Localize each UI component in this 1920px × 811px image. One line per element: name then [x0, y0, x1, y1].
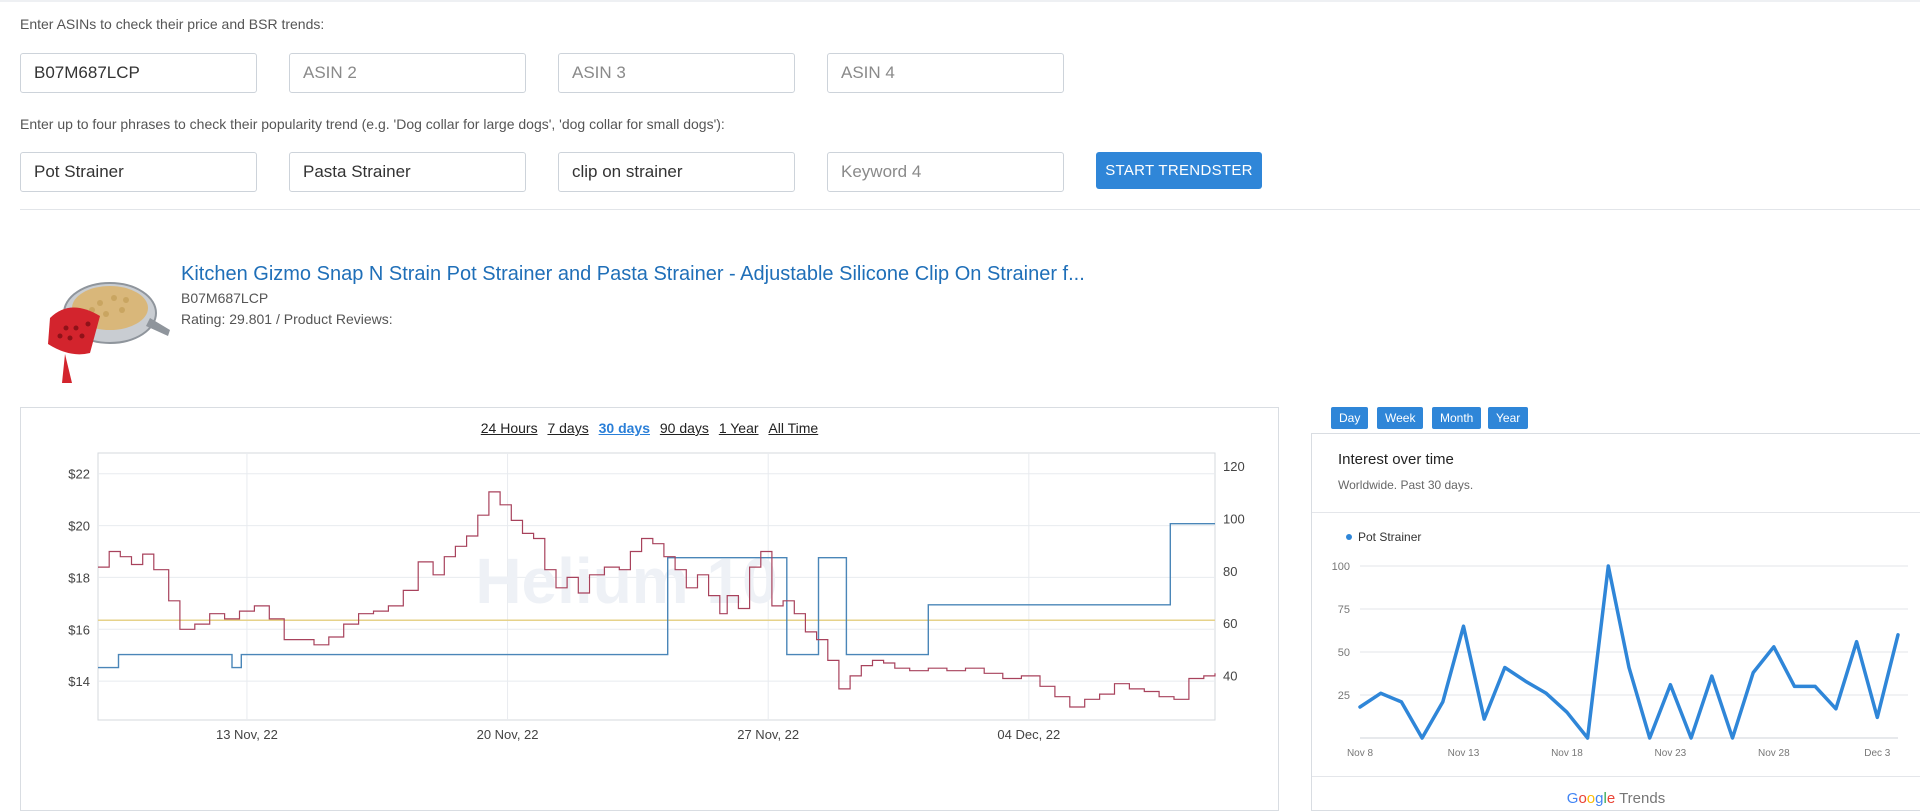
- trends-y-tick-label: 50: [1338, 647, 1350, 659]
- y-right-tick-label: 120: [1223, 459, 1245, 474]
- product-title-link[interactable]: Kitchen Gizmo Snap N Strain Pot Strainer…: [181, 263, 1085, 286]
- top-divider: [0, 0, 1920, 2]
- section-divider: [20, 209, 1920, 210]
- y-left-tick-label: $14: [68, 674, 90, 689]
- helium10-watermark: Helium 10: [475, 545, 777, 617]
- asin-input-2[interactable]: [289, 53, 526, 93]
- trend-week-button[interactable]: Week: [1377, 407, 1424, 429]
- trends-y-tick-label: 25: [1338, 690, 1350, 702]
- trends-x-tick-label: Nov 28: [1758, 748, 1790, 759]
- trends-chart: 25 50 75 100 Nov 8 Nov 13 Nov 18 Nov 23 Nov 28 De…: [1332, 561, 1908, 759]
- asin-input-4[interactable]: [827, 53, 1064, 93]
- trends-y-tick-label: 75: [1338, 604, 1350, 616]
- x-tick-label: 04 Dec, 22: [997, 727, 1060, 742]
- start-trendster-button[interactable]: START TRENDSTER: [1096, 152, 1262, 189]
- trends-x-tick-label: Nov 8: [1347, 748, 1374, 759]
- asin-instructions-label: Enter ASINs to check their price and BSR…: [20, 16, 325, 32]
- trend-year-button[interactable]: Year: [1488, 407, 1529, 429]
- trends-x-tick-label: Nov 13: [1448, 748, 1480, 759]
- asin-input-1[interactable]: [20, 53, 257, 93]
- product-rating: Rating: 29.801 / Product Reviews:: [181, 311, 393, 327]
- x-tick-label: 13 Nov, 22: [216, 727, 278, 742]
- y-left-tick-label: $20: [68, 519, 90, 534]
- trends-x-tick-label: Nov 23: [1655, 748, 1687, 759]
- price-bsr-chart: $14 $16 $18 $20 $22 13 Nov, 22 20 Nov, 22 27 No…: [68, 452, 1245, 742]
- keyword-input-1[interactable]: [20, 152, 257, 192]
- phrase-instructions-label: Enter up to four phrases to check their …: [20, 116, 725, 132]
- asin-input-3[interactable]: [558, 53, 795, 93]
- y-right-tick-label: 80: [1223, 564, 1237, 579]
- trends-footer-divider: [1312, 776, 1920, 777]
- keyword-input-3[interactable]: [558, 152, 795, 192]
- trends-x-tick-label: Dec 3: [1864, 748, 1891, 759]
- y-left-tick-label: $22: [68, 467, 90, 482]
- google-trends-panel: Interest over time Worldwide. Past 30 da…: [1311, 433, 1920, 811]
- trend-day-button[interactable]: Day: [1331, 407, 1369, 429]
- red-strainer-clip: [48, 307, 100, 383]
- product-image: [48, 282, 170, 383]
- trends-x-tick-label: Nov 18: [1551, 748, 1583, 759]
- y-left-tick-label: $16: [68, 622, 90, 637]
- price-bsr-chart-panel: 24 Hours 7 days 30 days 90 days 1 Year A…: [20, 407, 1279, 811]
- y-left-tick-label: $18: [68, 570, 90, 585]
- google-trends-logo: Google Trends: [1566, 790, 1666, 807]
- x-tick-label: 27 Nov, 22: [737, 727, 799, 742]
- y-right-tick-label: 40: [1223, 669, 1237, 684]
- product-asin: B07M687LCP: [181, 290, 269, 306]
- y-right-tick-label: 100: [1223, 511, 1245, 526]
- keyword-input-4[interactable]: [827, 152, 1064, 192]
- y-right-tick-label: 60: [1223, 616, 1237, 631]
- trend-month-button[interactable]: Month: [1432, 407, 1482, 429]
- x-tick-label: 20 Nov, 22: [477, 727, 539, 742]
- trends-y-tick-label: 100: [1332, 561, 1350, 573]
- keyword-input-2[interactable]: [289, 152, 526, 192]
